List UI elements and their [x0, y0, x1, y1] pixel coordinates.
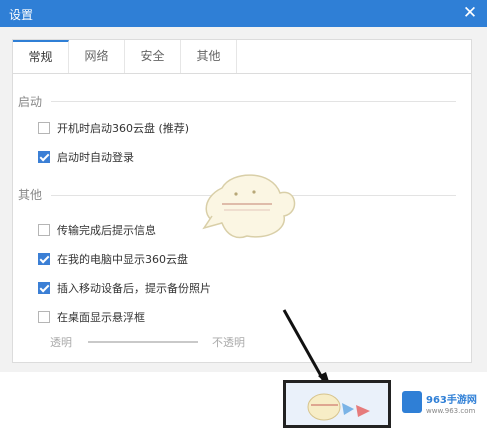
section-title-other: 其他	[18, 188, 43, 202]
option-label: 在桌面显示悬浮框	[57, 311, 145, 324]
checkbox-checked[interactable]	[38, 282, 50, 294]
checkbox[interactable]	[38, 122, 50, 134]
window-title: 设置	[9, 8, 34, 22]
opacity-slider-row: 透明 不透明	[50, 334, 270, 350]
tab-network[interactable]: 网络	[69, 40, 125, 73]
checkbox-checked[interactable]	[38, 253, 50, 265]
floating-window-preview	[307, 393, 370, 421]
tab-security[interactable]: 安全	[125, 40, 181, 73]
highlight-box	[283, 380, 391, 428]
tab-other[interactable]: 其他	[181, 40, 237, 73]
checkbox[interactable]	[38, 224, 50, 236]
section-title-startup: 启动	[18, 95, 43, 109]
tab-bar: 常规 网络 安全 其他	[13, 40, 471, 74]
title-bar: 设置 ✕	[0, 0, 487, 27]
opacity-slider[interactable]	[88, 341, 198, 343]
option-label: 传输完成后提示信息	[57, 224, 156, 237]
checkbox[interactable]	[38, 311, 50, 323]
option-label: 启动时自动登录	[57, 151, 134, 164]
mascot-image	[202, 174, 296, 239]
brand-logo-icon	[402, 391, 422, 413]
close-icon[interactable]: ✕	[459, 2, 481, 24]
option-label: 在我的电脑中显示360云盘	[57, 253, 188, 266]
section-divider	[51, 101, 456, 102]
watermark-url: www.963.com	[426, 407, 476, 415]
checkbox-checked[interactable]	[38, 151, 50, 163]
watermark-brand: 963手游网	[426, 395, 477, 406]
option-label: 插入移动设备后，提示备份照片	[57, 282, 211, 295]
tab-general[interactable]: 常规	[13, 40, 69, 73]
opacity-label-transparent: 透明	[50, 336, 72, 349]
opacity-label-opaque: 不透明	[212, 336, 245, 349]
watermark: 963手游网 www.963.com	[398, 385, 487, 425]
option-label: 开机时启动360云盘 (推荐)	[57, 122, 190, 135]
